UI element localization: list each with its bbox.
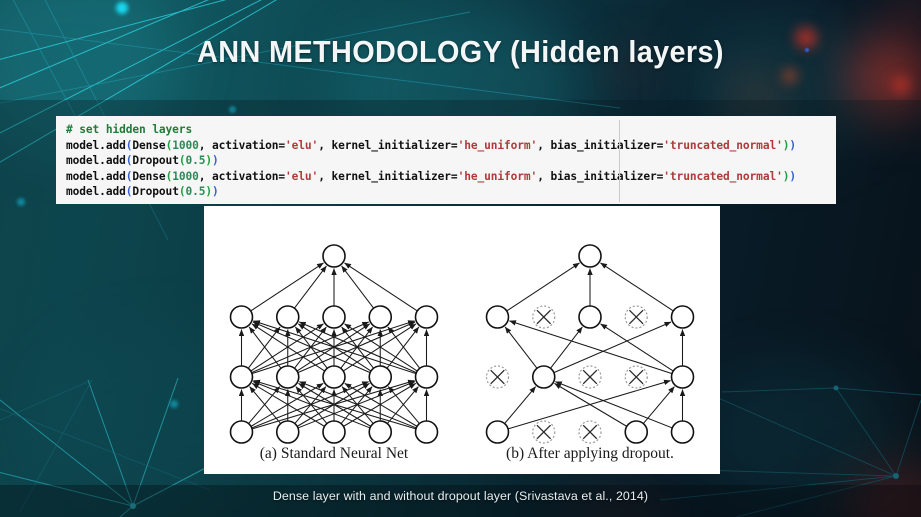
code-token: , bias_initializer= xyxy=(537,138,664,152)
network-node xyxy=(670,420,695,444)
code-line: model.add(Dropout(0.5)) xyxy=(66,184,836,200)
code-token: 'truncated_normal' xyxy=(663,169,783,183)
code-token: 'he_uniform' xyxy=(457,169,538,183)
code-token: 0.5 xyxy=(185,185,206,198)
network-node xyxy=(485,420,510,444)
slide-root: ANN METHODOLOGY (Hidden layers) # set hi… xyxy=(0,0,921,517)
figure-caption: Dense layer with and without dropout lay… xyxy=(272,489,649,503)
code-token: # set hidden layers xyxy=(66,123,193,136)
network-node xyxy=(275,305,300,329)
code-token: ) xyxy=(212,185,219,198)
red-bokeh-4 xyxy=(783,69,797,83)
neural-network-diagram-svg: (a) Standard Neural Net (b) After applyi… xyxy=(204,206,720,474)
page-title: ANN METHODOLOGY (Hidden layers) xyxy=(197,34,724,69)
code-token: , activation= xyxy=(198,169,286,183)
code-token: model.add xyxy=(66,154,126,167)
code-token: , bias_initializer= xyxy=(537,169,664,183)
network-node xyxy=(275,420,300,444)
network-node xyxy=(414,365,439,389)
network-node xyxy=(624,420,649,444)
code-token: 'truncated_normal' xyxy=(663,138,783,152)
code-line: model.add(Dense(1000, activation='elu', … xyxy=(66,169,836,185)
network-node xyxy=(322,244,346,268)
network-node xyxy=(670,305,695,329)
network-node xyxy=(368,365,393,389)
code-token: ) xyxy=(789,138,797,152)
svg-text:(a) Standard Neural Net: (a) Standard Neural Net xyxy=(260,445,409,462)
code-token: 'elu' xyxy=(285,169,319,183)
svg-text:(b) After applying dropout.: (b) After applying dropout. xyxy=(506,445,674,462)
code-token: 'elu' xyxy=(285,138,319,152)
network-node xyxy=(414,305,439,329)
network-node xyxy=(322,305,346,329)
network-node xyxy=(229,365,254,389)
code-lines: # set hidden layers model.add(Dense(1000,… xyxy=(66,122,836,200)
code-token: , kernel_initializer= xyxy=(318,138,458,152)
code-line: model.add(Dense(1000, activation='elu', … xyxy=(66,138,836,154)
code-block[interactable]: # set hidden layers model.add(Dense(1000,… xyxy=(56,116,836,204)
code-token: Dense xyxy=(132,138,166,152)
code-token: ) xyxy=(789,169,797,183)
network-node xyxy=(670,365,695,389)
code-token: model.add xyxy=(66,185,126,198)
code-token: model.add xyxy=(66,138,126,152)
code-token: Dropout xyxy=(132,154,179,167)
network-node xyxy=(578,244,602,268)
code-line: # set hidden layers xyxy=(66,122,836,138)
red-bokeh-6 xyxy=(900,0,921,22)
network-node xyxy=(531,365,556,389)
network-node xyxy=(485,305,510,329)
code-token: model.add xyxy=(66,169,126,183)
code-token: Dense xyxy=(132,169,166,183)
cyan-node-1 xyxy=(116,2,128,14)
code-token: 'he_uniform' xyxy=(457,138,538,152)
red-bokeh-3 xyxy=(892,76,910,94)
code-token: Dropout xyxy=(132,185,179,198)
code-line: model.add(Dropout(0.5)) xyxy=(66,153,836,169)
network-node xyxy=(322,420,346,444)
code-token: , kernel_initializer= xyxy=(318,169,458,183)
code-token: 1000 xyxy=(172,138,199,152)
network-node xyxy=(578,305,602,329)
code-token: , activation= xyxy=(198,138,286,152)
network-node xyxy=(275,365,300,389)
network-node xyxy=(322,365,346,389)
network-node xyxy=(368,420,393,444)
code-token: 1000 xyxy=(172,169,199,183)
network-node xyxy=(229,420,254,444)
network-node xyxy=(414,420,439,444)
code-token: ) xyxy=(212,154,219,167)
dropout-figure-panel: (a) Standard Neural Net (b) After applyi… xyxy=(204,206,720,474)
code-token: 0.5 xyxy=(185,154,206,167)
network-node xyxy=(229,305,254,329)
network-node xyxy=(368,305,393,329)
code-column-guide xyxy=(619,120,620,202)
